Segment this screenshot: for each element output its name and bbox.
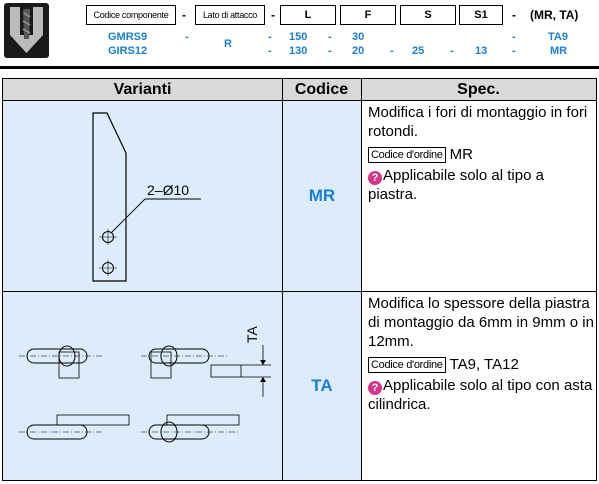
header-dash: - bbox=[182, 8, 186, 22]
header-box-f: F bbox=[340, 5, 396, 25]
value-sep: - bbox=[512, 31, 516, 43]
value-code-1: GMRS9 bbox=[108, 31, 148, 43]
value-f-1: 30 bbox=[352, 31, 365, 43]
column-header-spec: Spec. bbox=[361, 79, 596, 101]
value-sep: - bbox=[450, 45, 454, 57]
mr-drawing: 2–Ø10 bbox=[92, 112, 201, 282]
column-header-codice: Codice bbox=[282, 79, 361, 101]
header-box-lato: Lato di attacco bbox=[195, 5, 265, 25]
variant-code-mr: MR bbox=[308, 186, 336, 205]
order-code-value: TA9, TA12 bbox=[449, 356, 519, 373]
value-lato: R bbox=[224, 38, 232, 50]
value-sep: - bbox=[268, 31, 272, 43]
value-s1-2: 13 bbox=[475, 45, 488, 57]
drill-bit-icon bbox=[10, 7, 43, 53]
value-sep: - bbox=[512, 45, 516, 57]
value-s-2: 25 bbox=[412, 45, 425, 57]
spec-ta: Modifica lo spessore della piastra di mo… bbox=[368, 294, 594, 414]
value-sep: - bbox=[390, 45, 394, 57]
spec-text: Modifica i fori di montaggio in fori rot… bbox=[368, 104, 588, 140]
info-icon: ? bbox=[368, 381, 382, 395]
value-l-2: 130 bbox=[289, 45, 308, 57]
value-f-2: 20 bbox=[352, 45, 365, 57]
info-icon: ? bbox=[368, 171, 382, 185]
spec-note: Applicabile solo al tipo con asta cilind… bbox=[368, 377, 593, 413]
value-sep: - bbox=[185, 31, 189, 43]
drawing-label: 2–Ø10 bbox=[147, 182, 189, 198]
header-suffix: (MR, TA) bbox=[530, 8, 579, 22]
spec-note: Applicabile solo al tipo a piastra. bbox=[368, 167, 544, 203]
header-dash: - bbox=[512, 8, 516, 22]
header-box-s: S bbox=[400, 5, 456, 25]
value-sep: - bbox=[328, 31, 332, 43]
order-code-value: MR bbox=[449, 146, 473, 163]
order-code-tag: Codice d'ordine bbox=[368, 147, 446, 163]
header-box-l: L bbox=[280, 5, 336, 25]
product-logo bbox=[4, 3, 49, 58]
header-box-codice: Codice componente bbox=[86, 5, 176, 25]
ta-drawing: TA bbox=[19, 325, 271, 443]
value-opt-2: MR bbox=[550, 45, 568, 57]
value-opt-1: TA9 bbox=[548, 31, 568, 43]
header-dash: - bbox=[271, 8, 275, 22]
column-divider bbox=[361, 79, 362, 480]
value-sep: - bbox=[268, 45, 272, 57]
value-l-1: 150 bbox=[289, 31, 308, 43]
spec-text: Modifica lo spessore della piastra di mo… bbox=[368, 295, 594, 350]
drawing-label: TA bbox=[244, 325, 260, 343]
value-sep: - bbox=[328, 45, 332, 57]
spec-mr: Modifica i fori di montaggio in fori rot… bbox=[368, 103, 594, 204]
header-box-s1: S1 bbox=[459, 5, 503, 25]
column-header-varianti: Varianti bbox=[3, 79, 282, 101]
value-code-2: GIRS12 bbox=[108, 45, 148, 57]
header-divider bbox=[0, 66, 599, 69]
variant-code-ta: TA bbox=[311, 376, 333, 395]
variants-table: Varianti Codice Spec. 2–Ø10 MR Modifica … bbox=[2, 78, 597, 481]
order-code-tag: Codice d'ordine bbox=[368, 357, 446, 373]
